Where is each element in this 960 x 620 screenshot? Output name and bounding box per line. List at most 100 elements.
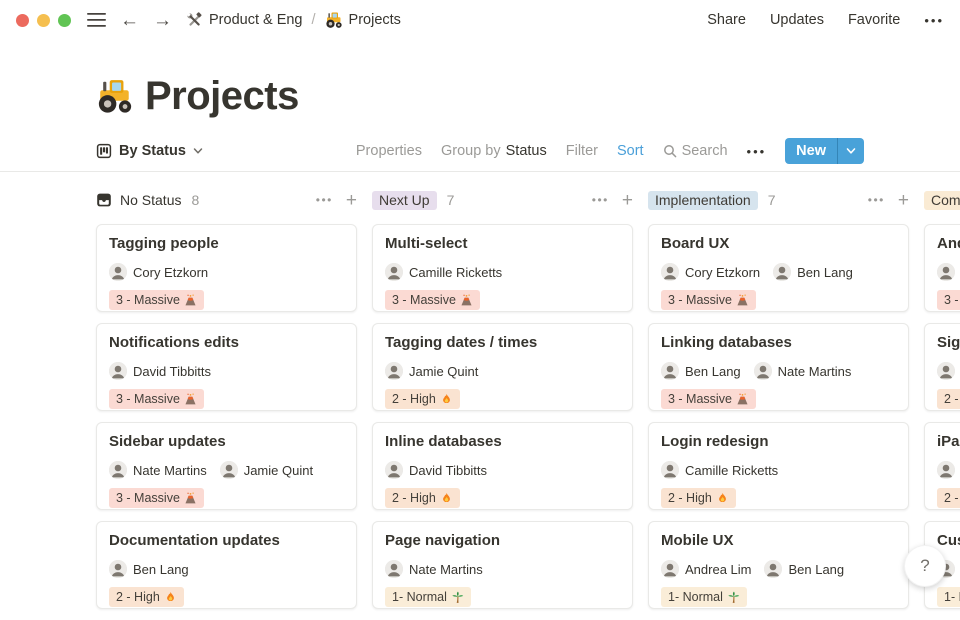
zoom-window-button[interactable] bbox=[58, 14, 71, 27]
volcano-icon bbox=[184, 393, 197, 406]
sidebar-menu-icon[interactable] bbox=[87, 12, 106, 28]
fire-icon bbox=[164, 591, 177, 604]
board-card[interactable]: Mobile UXAndrea LimBen Lang1- Normal bbox=[648, 521, 909, 609]
search-button[interactable]: Search bbox=[663, 143, 728, 159]
assignee: Cory Etzkorn bbox=[661, 263, 760, 281]
board-card[interactable]: Page navigationNate Martins1- Normal bbox=[372, 521, 633, 609]
priority-pill: 1- Normal bbox=[661, 587, 747, 607]
column-more-icon[interactable]: ••• bbox=[592, 193, 609, 207]
board-card[interactable]: Notifications editsDavid Tibbitts3 - Mas… bbox=[96, 323, 357, 411]
properties-button[interactable]: Properties bbox=[356, 143, 422, 159]
toolbar-actions: Properties Group by Status Filter Sort S… bbox=[356, 138, 864, 164]
assignee: Cory Etzkorn bbox=[109, 263, 208, 281]
board-column: Next Up7•••+Multi-selectCamille Ricketts… bbox=[372, 188, 633, 620]
breadcrumb: Product & Eng / Projects bbox=[186, 11, 401, 29]
column-title: No Status bbox=[120, 192, 181, 208]
priority-label: 1- Normal bbox=[944, 590, 960, 604]
assignee-name: Camille Ricketts bbox=[409, 265, 502, 280]
card-title: Sign up flow bbox=[937, 334, 960, 352]
back-arrow-icon[interactable]: ← bbox=[120, 11, 139, 30]
sort-button[interactable]: Sort bbox=[617, 143, 644, 159]
window-topbar: ← → Product & Eng / Projects Share Updat… bbox=[0, 0, 960, 40]
card-title: Multi-select bbox=[385, 235, 620, 253]
avatar bbox=[937, 362, 955, 380]
forward-arrow-icon[interactable]: → bbox=[153, 11, 172, 30]
column-header: Completed•••+ bbox=[924, 188, 960, 212]
view-switcher[interactable]: By Status bbox=[96, 143, 203, 159]
avatar bbox=[754, 362, 772, 380]
board-card[interactable]: Sidebar updatesNate MartinsJamie Quint3 … bbox=[96, 422, 357, 510]
board-card[interactable]: Tagging peopleCory Etzkorn3 - Massive bbox=[96, 224, 357, 312]
column-add-icon[interactable]: + bbox=[898, 191, 909, 210]
board-card[interactable]: Android appNate Martins3 - Massive bbox=[924, 224, 960, 312]
board-card[interactable]: Login redesignCamille Ricketts2 - High bbox=[648, 422, 909, 510]
new-button[interactable]: New bbox=[785, 138, 837, 164]
chevron-down-icon bbox=[193, 146, 203, 156]
assignee: Nate Martins bbox=[109, 461, 207, 479]
board-card[interactable]: iPad appCory Etzkorn2 - High bbox=[924, 422, 960, 510]
priority-pill: 2 - High bbox=[385, 488, 460, 508]
assignee-name: Jamie Quint bbox=[409, 364, 478, 379]
priority-label: 3 - Massive bbox=[392, 293, 456, 307]
tractor-icon[interactable] bbox=[96, 77, 134, 115]
priority-label: 3 - Massive bbox=[116, 293, 180, 307]
priority-label: 3 - Massive bbox=[116, 491, 180, 505]
assignee-name: Cory Etzkorn bbox=[133, 265, 208, 280]
volcano-icon bbox=[736, 393, 749, 406]
column-add-icon[interactable]: + bbox=[346, 191, 357, 210]
favorite-button[interactable]: Favorite bbox=[848, 12, 900, 28]
board-card[interactable]: Board UXCory EtzkornBen Lang3 - Massive bbox=[648, 224, 909, 312]
fire-icon bbox=[440, 492, 453, 505]
group-by-button[interactable]: Group by Status bbox=[441, 143, 547, 159]
volcano-icon bbox=[184, 492, 197, 505]
new-button-group: New bbox=[785, 138, 864, 164]
filter-button[interactable]: Filter bbox=[566, 143, 598, 159]
volcano-icon bbox=[736, 294, 749, 307]
board-card[interactable]: Multi-select Camille Ricketts 3 - Massive bbox=[372, 224, 633, 312]
column-more-icon[interactable]: ••• bbox=[316, 193, 333, 207]
assignee: Andrea Lim bbox=[661, 560, 751, 578]
updates-button[interactable]: Updates bbox=[770, 12, 824, 28]
priority-pill: 1- Normal bbox=[385, 587, 471, 607]
avatar bbox=[937, 263, 955, 281]
avatar bbox=[661, 362, 679, 380]
board-card[interactable]: Documentation updatesBen Lang2 - High bbox=[96, 521, 357, 609]
assignee-name: Andrea Lim bbox=[685, 562, 751, 577]
column-status-pill: Completed bbox=[924, 191, 960, 210]
card-assignees: Camille Ricketts bbox=[385, 263, 620, 281]
window-controls bbox=[16, 14, 71, 27]
share-button[interactable]: Share bbox=[707, 12, 746, 28]
minimize-window-button[interactable] bbox=[37, 14, 50, 27]
new-dropdown-button[interactable] bbox=[837, 138, 864, 164]
card-assignees: David Tibbitts bbox=[385, 461, 620, 479]
breadcrumb-item-workspace[interactable]: Product & Eng bbox=[186, 12, 303, 29]
avatar bbox=[937, 461, 955, 479]
column-add-icon[interactable]: + bbox=[622, 191, 633, 210]
column-more-icon[interactable]: ••• bbox=[868, 193, 885, 207]
board-card[interactable]: Inline databasesDavid Tibbitts2 - High bbox=[372, 422, 633, 510]
avatar bbox=[661, 560, 679, 578]
column-count: 7 bbox=[447, 192, 455, 208]
card-assignees: David Tibbitts bbox=[109, 362, 344, 380]
board-card[interactable]: Tagging dates / timesJamie Quint2 - High bbox=[372, 323, 633, 411]
avatar bbox=[385, 362, 403, 380]
card-assignees: Ben LangNate Martins bbox=[661, 362, 896, 380]
priority-pill: 3 - Massive bbox=[937, 290, 960, 310]
close-window-button[interactable] bbox=[16, 14, 29, 27]
more-options-icon[interactable]: ••• bbox=[924, 13, 944, 28]
priority-pill: 2 - High bbox=[937, 488, 960, 508]
card-assignees: Jamie Quint bbox=[937, 362, 960, 380]
assignee: Ben Lang bbox=[109, 560, 189, 578]
priority-label: 3 - Massive bbox=[944, 293, 960, 307]
toolbar-more-icon[interactable]: ••• bbox=[747, 144, 767, 159]
card-assignees: Jamie Quint bbox=[385, 362, 620, 380]
card-assignees: Ben Lang bbox=[109, 560, 344, 578]
board-card[interactable]: Linking databasesBen LangNate Martins3 -… bbox=[648, 323, 909, 411]
avatar bbox=[385, 263, 403, 281]
breadcrumb-item-page[interactable]: Projects bbox=[325, 11, 401, 29]
help-button[interactable]: ? bbox=[904, 545, 946, 587]
board-card[interactable]: Sign up flowJamie Quint2 - High bbox=[924, 323, 960, 411]
column-actions: ••• + bbox=[868, 191, 909, 210]
assignee: Jamie Quint bbox=[220, 461, 313, 479]
board-column: No Status8•••+Tagging peopleCory Etzkorn… bbox=[96, 188, 357, 620]
